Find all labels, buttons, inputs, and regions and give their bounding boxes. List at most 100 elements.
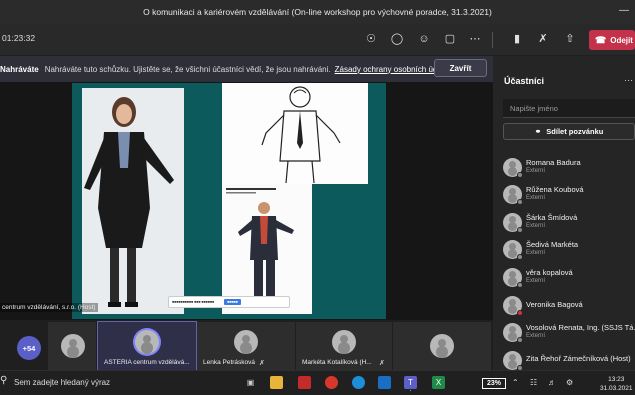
taskbar: ⚲ Sem zadejte hledaný výraz ▣ T X 23% ⌃ … (0, 370, 635, 395)
participant-name: Šedivá Markéta (526, 240, 579, 249)
store-icon[interactable] (298, 376, 311, 389)
more-actions-icon[interactable]: ⋯ (468, 32, 482, 46)
recording-banner: Nahráváte Nahráváte tuto schůzku. Ujistě… (0, 56, 493, 82)
chrome-icon[interactable] (325, 376, 338, 389)
battery-indicator[interactable]: 23% (482, 378, 506, 389)
caption-text: ■■■■■■■■■■ ■■■ ■■■■■■ (172, 300, 215, 304)
edge-icon[interactable] (352, 376, 365, 389)
rooms-icon[interactable]: ▢ (443, 32, 457, 46)
participant-row[interactable]: Růžena Koubová Externí (503, 182, 635, 208)
window-title: O komunikaci a kariérovém vzdělávání (On… (143, 7, 492, 17)
participant-role: Externí (526, 195, 546, 201)
participant-name: Veronika Bagová (526, 300, 583, 309)
search-icon[interactable]: ⚲ (0, 375, 7, 386)
dismiss-button[interactable]: Zavřít (434, 59, 487, 77)
presenter-photo (82, 88, 184, 314)
host-label: centrum vzdělávání, s.r.o. (Host) (0, 303, 98, 312)
participant-row[interactable]: věra kopalová Externí (503, 265, 635, 291)
toolbar-divider (492, 32, 493, 48)
mic-off-icon[interactable]: ✗ (536, 32, 550, 46)
clock-time: 13:23 (608, 376, 625, 383)
participant-row[interactable]: Zita Řehoř Zámečníková (Host) (503, 348, 635, 371)
participant-row[interactable]: Veronika Bagová (503, 293, 635, 319)
window-controls[interactable]: — (619, 5, 629, 16)
panel-more-icon[interactable]: ⋯ (624, 75, 633, 86)
excel-icon[interactable]: X (432, 376, 445, 389)
share-invite-button[interactable]: ⚭ Sdílet pozvánku (503, 123, 635, 140)
leave-button[interactable]: ☎ Odejít (589, 30, 635, 50)
participant-name: Růžena Koubová (526, 185, 584, 194)
avatar (503, 185, 523, 205)
participant-name: věra kopalová (526, 268, 573, 277)
taskbar-search-input[interactable]: Sem zadejte hledaný výraz (14, 378, 110, 387)
participant-role: Externí (526, 223, 546, 229)
panel-title: Účastníci (504, 76, 545, 86)
tile-name: Markéta Kotalíková (H... (302, 359, 372, 366)
video-tile[interactable] (393, 322, 491, 370)
participant-role: Externí (526, 278, 546, 284)
avatar (430, 334, 454, 358)
avatar (503, 296, 523, 316)
participant-row[interactable]: Šedivá Markéta Externí (503, 237, 635, 263)
status-indicator (517, 254, 523, 260)
participant-role: Externí (526, 333, 546, 339)
status-indicator (517, 310, 523, 316)
banner-title: Nahráváte (0, 64, 39, 74)
tile-name: ASTERIA centrum vzdělává... (104, 359, 190, 366)
meeting-timer: 01:23:32 (2, 33, 36, 43)
banner-message: Nahráváte tuto schůzku. Ujistěte se, že … (44, 64, 331, 74)
avatar (503, 268, 523, 288)
more-participants-badge[interactable]: +54 (17, 336, 41, 360)
video-tile[interactable]: Lenka Petrásková ✗ (197, 322, 295, 370)
phone-icon: ☎ (595, 34, 607, 45)
video-tile-active[interactable]: ASTERIA centrum vzdělává... (97, 321, 197, 371)
caption-bar: ■■■■■■■■■■ ■■■ ■■■■■■ ■■■■■ (168, 296, 290, 308)
participant-row[interactable]: Romana Badura Externí (503, 155, 635, 181)
title-bar: O komunikaci a kariérovém vzdělávání (On… (0, 0, 635, 24)
participant-row[interactable]: Šárka Šmídová Externí (503, 210, 635, 236)
volume-icon[interactable]: ♬ (548, 378, 556, 387)
participant-role: Externí (526, 250, 546, 256)
cartoon-illustration (222, 83, 368, 184)
status-indicator (517, 282, 523, 288)
invite-label: Sdílet pozvánku (546, 127, 604, 136)
tile-name: Lenka Petrásková (203, 359, 256, 366)
mic-muted-icon: ✗ (379, 360, 385, 367)
participant-row[interactable]: Vosolová Renata, Ing. (SSJS Tá... Extern… (503, 320, 635, 346)
clock-date: 31.03.2021 (600, 385, 633, 392)
avatar (332, 330, 356, 354)
avatar (61, 334, 85, 358)
status-indicator (517, 199, 523, 205)
reactions-icon[interactable]: ☺ (417, 32, 431, 46)
camera-off-icon[interactable]: ▮ (510, 32, 524, 46)
file-explorer-icon[interactable] (270, 376, 283, 389)
avatar (503, 240, 523, 260)
clock[interactable]: 13:23 31.03.2021 (600, 375, 633, 393)
network-icon[interactable]: ☷ (530, 378, 537, 387)
privacy-link[interactable]: Zásady ochrany osobních údajů (335, 65, 448, 74)
caption-button[interactable]: ■■■■■ (224, 299, 241, 305)
slide-panel (222, 184, 312, 314)
avatar (503, 351, 523, 371)
participant-search-input[interactable]: Napište jméno (503, 99, 635, 118)
meeting-toolbar: 01:23:32 ☉ ◯ ☺ ▢ ⋯ ▮ ✗ ⇧ ☎ Odejít (0, 24, 635, 55)
avatar (503, 158, 523, 178)
avatar (503, 213, 523, 233)
avatar (503, 323, 523, 343)
video-tile[interactable] (48, 322, 96, 370)
status-indicator (517, 172, 523, 178)
status-indicator (517, 337, 523, 343)
tray-arrow-icon[interactable]: ⌃ (512, 378, 519, 387)
share-tray-icon[interactable]: ⇧ (563, 32, 577, 46)
video-tile[interactable]: Markéta Kotalíková (H... ✗ (296, 322, 392, 370)
participant-name: Vosolová Renata, Ing. (SSJS Tá... (526, 323, 635, 332)
teams-icon[interactable]: T (404, 376, 417, 389)
share-icon: ⚭ (534, 127, 542, 136)
participant-role: Externí (526, 168, 546, 174)
participant-name: Zita Řehoř Zámečníková (Host) (526, 354, 631, 363)
participants-icon[interactable]: ☉ (364, 32, 378, 46)
language-icon[interactable]: ⚙ (566, 378, 573, 387)
task-view-icon[interactable]: ▣ (244, 376, 257, 389)
chat-icon[interactable]: ◯ (390, 32, 404, 46)
outlook-icon[interactable] (378, 376, 391, 389)
